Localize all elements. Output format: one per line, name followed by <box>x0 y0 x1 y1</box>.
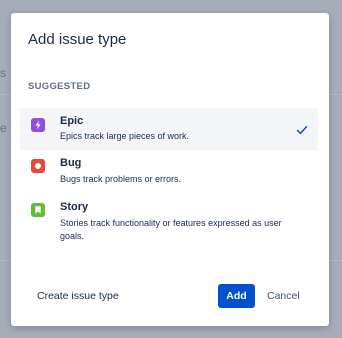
issue-type-description: Stories track functionality or features … <box>60 218 282 241</box>
background-text: e <box>0 121 7 135</box>
story-icon <box>31 203 45 217</box>
issue-type-description: Bugs track problems or errors. <box>60 174 182 184</box>
create-issue-type-link[interactable]: Create issue type <box>37 290 119 302</box>
cancel-button[interactable]: Cancel <box>263 284 304 308</box>
epic-icon <box>31 118 45 132</box>
issue-type-epic[interactable]: Epic Epics track large pieces of work. <box>20 108 318 150</box>
issue-type-bug[interactable]: Bug Bugs track problems or errors. <box>20 151 318 191</box>
issue-type-description: Epics track large pieces of work. <box>60 131 190 141</box>
add-button[interactable]: Add <box>218 284 255 308</box>
bug-icon <box>31 159 45 173</box>
background-text: s <box>0 66 6 80</box>
checkmark-icon <box>296 123 308 135</box>
issue-type-story[interactable]: Story Stories track functionality or fea… <box>20 195 318 247</box>
dialog-title: Add issue type <box>28 31 127 48</box>
issue-type-name: Story <box>60 201 89 213</box>
add-issue-type-dialog: Add issue type SUGGESTED Epic Epics trac… <box>11 13 329 326</box>
issue-type-name: Epic <box>60 115 84 127</box>
section-label-suggested: SUGGESTED <box>28 81 91 92</box>
issue-type-name: Bug <box>60 157 82 169</box>
